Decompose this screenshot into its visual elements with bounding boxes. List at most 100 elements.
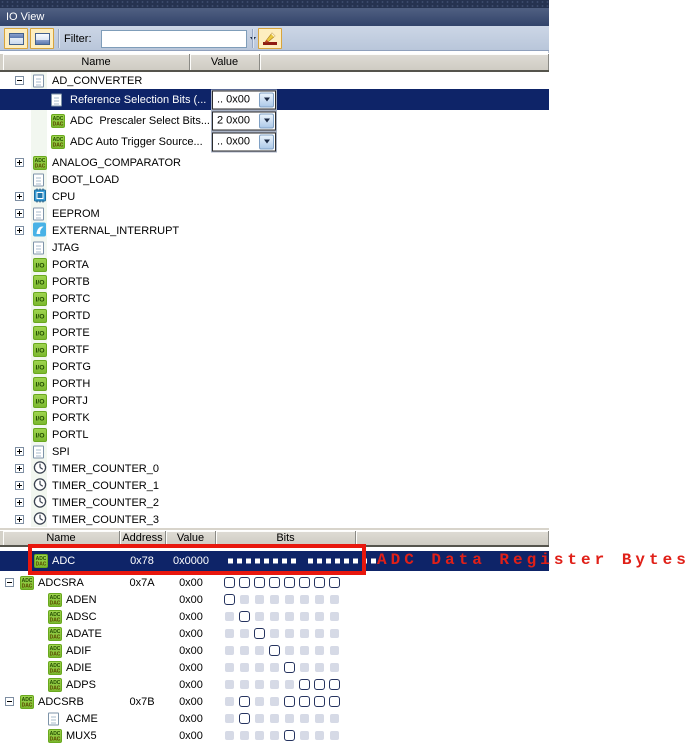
bit-checkbox[interactable]	[299, 679, 310, 690]
column-header-value[interactable]: Value	[190, 54, 260, 70]
expand-icon[interactable]	[15, 497, 24, 507]
tree-row[interactable]: I/O PORTC	[0, 290, 549, 307]
collapse-icon[interactable]	[5, 577, 14, 587]
tree-row[interactable]: TIMER_COUNTER_0	[0, 460, 549, 477]
filter-dropdown-arrow[interactable]	[250, 37, 256, 41]
tree-row[interactable]: I/O PORTJ	[0, 392, 549, 409]
expand-icon[interactable]	[15, 191, 24, 201]
filter-combobox[interactable]	[101, 30, 256, 48]
register-row[interactable]: ADC DAC ADCSRB 0x7B 0x00	[0, 693, 549, 710]
register-address: 0x78	[130, 555, 154, 567]
tree-row[interactable]: TIMER_COUNTER_3	[0, 511, 549, 527]
tree-row[interactable]: I/O PORTK	[0, 409, 549, 426]
tree-row[interactable]: EEPROM	[0, 205, 549, 222]
tree-row[interactable]: I/O PORTG	[0, 358, 549, 375]
value-combobox[interactable]: 2 0x00	[212, 111, 276, 130]
column-header-name[interactable]: Name	[3, 531, 120, 545]
bit-checkbox[interactable]	[329, 679, 340, 690]
expand-icon[interactable]	[15, 157, 24, 167]
bit-checkbox[interactable]	[314, 696, 325, 707]
register-row[interactable]: ADC DAC ADSC 0x00	[0, 608, 549, 625]
bit-checkbox[interactable]	[284, 696, 295, 707]
dock-grip[interactable]	[0, 0, 549, 8]
tree-row[interactable]: Reference Selection Bits (... .. 0x00	[0, 89, 549, 110]
register-row[interactable]: ADC DAC ADIF 0x00	[0, 642, 549, 659]
tree-row[interactable]: ADC DAC ANALOG_COMPARATOR	[0, 154, 549, 171]
bit-checkbox[interactable]	[284, 577, 295, 588]
bit-checkbox[interactable]	[224, 594, 235, 605]
column-header-bits[interactable]: Bits	[216, 531, 356, 545]
expand-icon[interactable]	[15, 446, 24, 456]
register-row[interactable]: ADC DAC ADCSRA 0x7A 0x00	[0, 574, 549, 591]
register-row[interactable]: ADC DAC ADIE 0x00	[0, 659, 549, 676]
tree-row[interactable]: SPI	[0, 443, 549, 460]
bit-checkbox[interactable]	[314, 679, 325, 690]
combobox-dropdown-button[interactable]	[259, 134, 274, 149]
bit-checkbox[interactable]	[254, 628, 265, 639]
column-header-blank[interactable]	[356, 531, 549, 545]
register-row[interactable]: ADC DAC ADEN 0x00	[0, 591, 549, 608]
collapse-icon[interactable]	[15, 75, 24, 85]
tree-row[interactable]: JTAG	[0, 239, 549, 256]
bit-checkbox[interactable]	[329, 577, 340, 588]
combobox-dropdown-button[interactable]	[259, 113, 274, 128]
bit-checkbox[interactable]	[314, 577, 325, 588]
value-combobox[interactable]: .. 0x00	[212, 132, 276, 151]
tree-row[interactable]: CPU	[0, 188, 549, 205]
column-header-address[interactable]: Address	[120, 531, 166, 545]
tree-row[interactable]: I/O PORTB	[0, 273, 549, 290]
bit-slot	[237, 644, 252, 658]
column-header-value[interactable]: Value	[166, 531, 216, 545]
bit-checkbox[interactable]	[239, 577, 250, 588]
bit-checkbox[interactable]	[299, 577, 310, 588]
bit-dot	[371, 558, 376, 564]
expand-icon[interactable]	[15, 480, 24, 490]
combobox-dropdown-button[interactable]	[259, 92, 274, 107]
register-row[interactable]: ADC DAC MUX5 0x00	[0, 727, 549, 743]
pane-top-toggle-button[interactable]	[4, 28, 28, 49]
collapse-icon[interactable]	[5, 696, 14, 706]
bit-checkbox[interactable]	[299, 696, 310, 707]
tree-row[interactable]: I/O PORTE	[0, 324, 549, 341]
column-header-name[interactable]: Name	[3, 54, 190, 70]
bit-checkbox[interactable]	[329, 696, 340, 707]
register-row[interactable]: ADC DAC ADATE 0x00	[0, 625, 549, 642]
bit-checkbox[interactable]	[224, 577, 235, 588]
tree-row[interactable]: I/O PORTF	[0, 341, 549, 358]
expand-icon[interactable]	[15, 463, 24, 473]
filter-input[interactable]	[102, 32, 250, 46]
bit-checkbox[interactable]	[239, 611, 250, 622]
tree-row[interactable]: I/O PORTL	[0, 426, 549, 443]
expand-icon[interactable]	[15, 514, 24, 524]
bit-checkbox[interactable]	[284, 730, 295, 741]
bit-checkbox[interactable]	[269, 577, 280, 588]
bit-checkbox[interactable]	[239, 713, 250, 724]
tree-row[interactable]: I/O PORTA	[0, 256, 549, 273]
register-value: 0x0000	[172, 555, 210, 567]
expand-icon[interactable]	[15, 225, 24, 235]
highlight-changes-button[interactable]	[258, 28, 282, 49]
expand-icon[interactable]	[15, 208, 24, 218]
tree-row[interactable]: BOOT_LOAD	[0, 171, 549, 188]
bit-slot	[222, 644, 237, 658]
bit-checkbox[interactable]	[254, 577, 265, 588]
panel-titlebar[interactable]: IO View	[0, 8, 549, 26]
pane-bottom-toggle-button[interactable]	[30, 28, 54, 49]
value-combobox[interactable]: .. 0x00	[212, 90, 276, 109]
tree-row[interactable]: TIMER_COUNTER_2	[0, 494, 549, 511]
tree-row[interactable]: TIMER_COUNTER_1	[0, 477, 549, 494]
tree-row[interactable]: I/O PORTH	[0, 375, 549, 392]
bit-checkbox[interactable]	[269, 645, 280, 656]
bit-checkbox[interactable]	[239, 696, 250, 707]
tree-row[interactable]: EXTERNAL_INTERRUPT	[0, 222, 549, 239]
register-row[interactable]: ACME 0x00	[0, 710, 549, 727]
tree-row[interactable]: ADC DAC ADC Auto Trigger Source... .. 0x00	[0, 131, 549, 152]
bit-checkbox[interactable]	[284, 662, 295, 673]
tree-row[interactable]: I/O PORTD	[0, 307, 549, 324]
tree-row[interactable]: ADC DAC ADC Prescaler Select Bits... 2 0x00	[0, 110, 549, 131]
column-header-blank[interactable]	[260, 54, 549, 70]
register-row[interactable]: ADC DAC ADPS 0x00	[0, 676, 549, 693]
bit-slot	[222, 576, 237, 590]
tree-row[interactable]: AD_CONVERTER	[0, 72, 549, 89]
register-row[interactable]: ADC DAC ADC 0x78 0x0000	[0, 551, 549, 571]
